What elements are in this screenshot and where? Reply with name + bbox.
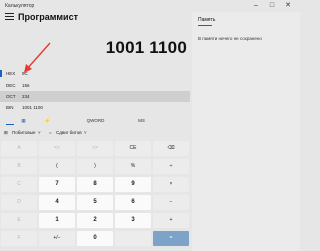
key-digit-6[interactable]: 6: [115, 195, 151, 210]
title-bar: Калькулятор – □ ✕: [0, 0, 300, 12]
base-value: 156: [22, 83, 30, 88]
word-size-button[interactable]: QWORD: [72, 118, 119, 123]
maximize-icon[interactable]: □: [264, 0, 280, 12]
bitshift-dropdown[interactable]: Сдвиг битов: [56, 130, 82, 135]
base-value: 234: [22, 94, 30, 99]
memory-store-button[interactable]: MS: [118, 118, 165, 123]
chevron-down-icon: ˅: [38, 130, 41, 135]
bit-toggle-icon[interactable]: ⚡: [24, 118, 71, 124]
key-op-5-0[interactable]: F: [1, 231, 37, 246]
key-digit-2[interactable]: 2: [77, 213, 113, 228]
keypad: A << >> CE ⌫ B()% ÷ C 7 8 9 × D 4 5 6− E 1 2 3 + F +/− 0. =: [1, 141, 191, 250]
key-digit-1[interactable]: 1: [39, 213, 75, 228]
key-digit-8[interactable]: 8: [77, 177, 113, 192]
bitwise-dropdown[interactable]: Побитовые: [12, 130, 35, 135]
chevron-down-icon: ˅: [84, 130, 87, 135]
close-icon[interactable]: ✕: [280, 0, 296, 12]
annotation-arrow-icon: [24, 42, 51, 73]
key-digit-5[interactable]: 5: [77, 195, 113, 210]
hamburger-icon[interactable]: [5, 13, 14, 21]
key-op-0-1[interactable]: <<: [39, 141, 75, 156]
base-name: BIN: [6, 105, 14, 110]
active-tab-indicator: [6, 124, 14, 125]
window-title: Калькулятор: [5, 3, 35, 9]
key-op-4-0[interactable]: E: [1, 213, 37, 228]
key-digit-7[interactable]: 7: [39, 177, 75, 192]
base-row-bin[interactable]: BIN 1001 1100: [0, 102, 190, 113]
key-op-3-0[interactable]: D: [1, 195, 37, 210]
key-op-5-1[interactable]: +/−: [39, 231, 75, 246]
memory-empty-text: В памяти ничего не сохранено: [198, 36, 262, 41]
mode-title: Программист: [18, 12, 78, 22]
key-digit-4[interactable]: 4: [39, 195, 75, 210]
key-op-1-1[interactable]: (: [39, 159, 75, 174]
key-op-3-4[interactable]: −: [153, 195, 189, 210]
base-value: 1001 1100: [22, 105, 43, 110]
key-op-2-0[interactable]: C: [1, 177, 37, 192]
key-digit-0[interactable]: 0: [77, 231, 113, 246]
key-op-5-3[interactable]: .: [115, 231, 151, 246]
shift-icon: ⇔: [48, 130, 53, 135]
key-digit-9[interactable]: 9: [115, 177, 151, 192]
result-display: 1001 1100: [105, 38, 187, 57]
key-op-1-2[interactable]: ): [77, 159, 113, 174]
key-op-0-3[interactable]: CE: [115, 141, 151, 156]
key-op-1-3[interactable]: %: [115, 159, 151, 174]
base-name: OCT: [6, 94, 16, 99]
key-op-5-4[interactable]: =: [153, 231, 189, 246]
minimize-icon[interactable]: –: [248, 0, 264, 12]
bitwise-icon: ⊞: [4, 130, 8, 135]
key-op-1-0[interactable]: B: [1, 159, 37, 174]
base-row-oct[interactable]: OCT 234: [0, 91, 190, 102]
keypad-tabs: ▦ ⚡ QWORD MS: [0, 116, 190, 126]
key-op-0-0[interactable]: A: [1, 141, 37, 156]
key-op-0-2[interactable]: >>: [77, 141, 113, 156]
key-op-4-4[interactable]: +: [153, 213, 189, 228]
base-row-dec[interactable]: DEC 156: [0, 80, 190, 91]
memory-tab[interactable]: Память: [198, 17, 215, 23]
base-name: HEX: [6, 71, 16, 76]
base-name: DEC: [6, 83, 16, 88]
memory-panel: Память В памяти ничего не сохранено: [192, 12, 300, 251]
memory-tab-indicator: [198, 25, 212, 26]
key-digit-3[interactable]: 3: [115, 213, 151, 228]
key-op-2-4[interactable]: ×: [153, 177, 189, 192]
bit-operations-bar: ⊞ Побитовые ˅ ⇔ Сдвиг битов ˅: [0, 128, 190, 138]
key-op-0-4[interactable]: ⌫: [153, 141, 189, 156]
key-op-1-4[interactable]: ÷: [153, 159, 189, 174]
